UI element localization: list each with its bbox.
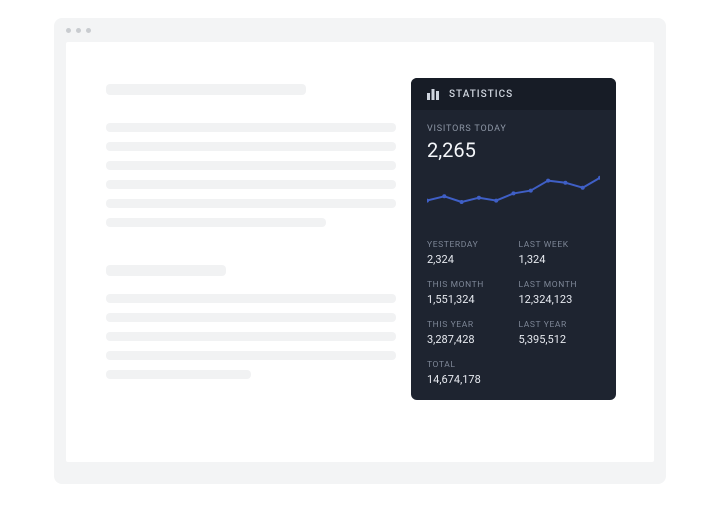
stat-cell: THIS YEAR 3,287,428 — [427, 320, 509, 346]
stat-cell: THIS MONTH 1,551,324 — [427, 280, 509, 306]
window-chrome-bar — [54, 18, 666, 42]
statistics-grid: YESTERDAY 2,324 LAST WEEK 1,324 THIS MONTH 1,… — [427, 240, 600, 386]
stat-cell: YESTERDAY 2,324 — [427, 240, 509, 266]
skeleton-line — [106, 294, 396, 303]
stat-label: YESTERDAY — [427, 240, 509, 250]
visitors-today-label: VISITORS TODAY — [427, 124, 600, 134]
content-skeleton — [106, 84, 396, 379]
stat-value: 5,395,512 — [519, 333, 601, 346]
window-dot-zoom[interactable] — [86, 28, 91, 33]
browser-window: STATISTICS VISITORS TODAY 2,265 YESTERDA… — [54, 18, 666, 484]
statistics-header-title: STATISTICS — [449, 89, 513, 100]
skeleton-line — [106, 161, 396, 170]
stat-cell: LAST MONTH 12,324,123 — [519, 280, 601, 306]
stat-cell: TOTAL 14,674,178 — [427, 360, 600, 386]
window-dot-minimize[interactable] — [76, 28, 81, 33]
stat-value: 2,324 — [427, 253, 509, 266]
skeleton-title — [106, 84, 306, 95]
bar-chart-icon — [427, 88, 439, 100]
skeleton-line — [106, 142, 396, 151]
window-dot-close[interactable] — [66, 28, 71, 33]
visitors-today-value: 2,265 — [427, 138, 600, 162]
stat-label: TOTAL — [427, 360, 600, 370]
stat-cell: LAST WEEK 1,324 — [519, 240, 601, 266]
stat-cell: LAST YEAR 5,395,512 — [519, 320, 601, 346]
skeleton-subtitle — [106, 265, 226, 276]
stat-value: 14,674,178 — [427, 373, 600, 386]
skeleton-line — [106, 332, 396, 341]
stat-value: 1,324 — [519, 253, 601, 266]
stat-label: LAST YEAR — [519, 320, 601, 330]
stat-label: LAST WEEK — [519, 240, 601, 250]
statistics-panel: STATISTICS VISITORS TODAY 2,265 YESTERDA… — [411, 78, 616, 400]
page-body: STATISTICS VISITORS TODAY 2,265 YESTERDA… — [66, 42, 654, 462]
stat-label: THIS MONTH — [427, 280, 509, 290]
skeleton-line-short — [106, 370, 251, 379]
skeleton-line — [106, 180, 396, 189]
skeleton-line — [106, 123, 396, 132]
skeleton-line-short — [106, 218, 326, 227]
stat-label: THIS YEAR — [427, 320, 509, 330]
statistics-body: VISITORS TODAY 2,265 YESTERDAY 2,324 LAST … — [411, 110, 616, 400]
statistics-header: STATISTICS — [411, 78, 616, 110]
skeleton-line — [106, 313, 396, 322]
stat-value: 3,287,428 — [427, 333, 509, 346]
stat-value: 12,324,123 — [519, 293, 601, 306]
skeleton-line — [106, 351, 396, 360]
visitors-sparkline — [427, 172, 600, 222]
skeleton-line — [106, 199, 396, 208]
stat-value: 1,551,324 — [427, 293, 509, 306]
stat-label: LAST MONTH — [519, 280, 601, 290]
